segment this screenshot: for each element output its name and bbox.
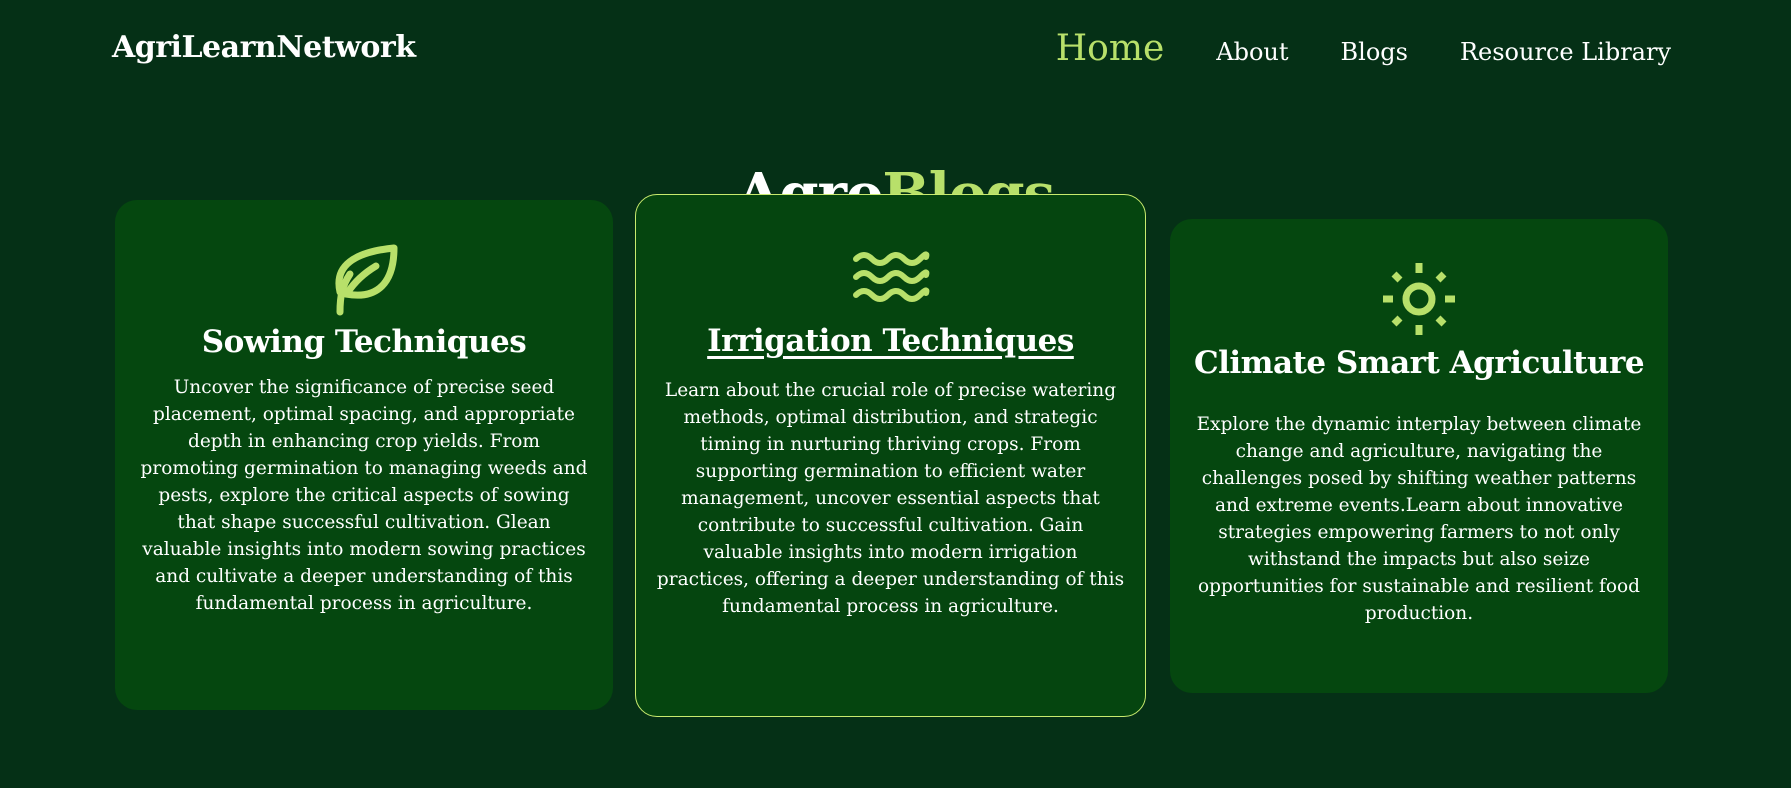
card-description: Learn about the crucial role of precise … <box>656 380 1125 617</box>
card-title: Climate Smart Agriculture <box>1193 345 1645 381</box>
nav-about[interactable]: About <box>1216 38 1288 66</box>
card-title: Sowing Techniques <box>201 324 527 360</box>
nav-blogs[interactable]: Blogs <box>1341 38 1408 66</box>
blog-card-sowing[interactable]: Sowing Techniques Uncover the significan… <box>115 200 613 710</box>
card-description: Explore the dynamic interplay between cl… <box>1196 414 1642 624</box>
card-description: Uncover the significance of precise seed… <box>140 377 588 614</box>
brand-logo[interactable]: AgriLearnNetwork <box>112 30 416 65</box>
blog-card-climate[interactable]: Climate Smart Agriculture Explore the dy… <box>1170 219 1668 693</box>
nav-resource-library[interactable]: Resource Library <box>1460 38 1671 66</box>
nav-home[interactable]: Home <box>1056 28 1165 69</box>
sun-icon <box>1383 263 1455 335</box>
blog-card-irrigation[interactable]: Irrigation Techniques Learn about the cr… <box>635 194 1146 717</box>
card-title[interactable]: Irrigation Techniques <box>636 323 1145 359</box>
main-nav: Home About Blogs Resource Library <box>1056 28 1671 69</box>
leaf-icon <box>335 244 398 316</box>
page: AgriLearnNetwork Home About Blogs Resour… <box>0 0 1791 788</box>
water-waves-icon <box>852 251 929 302</box>
